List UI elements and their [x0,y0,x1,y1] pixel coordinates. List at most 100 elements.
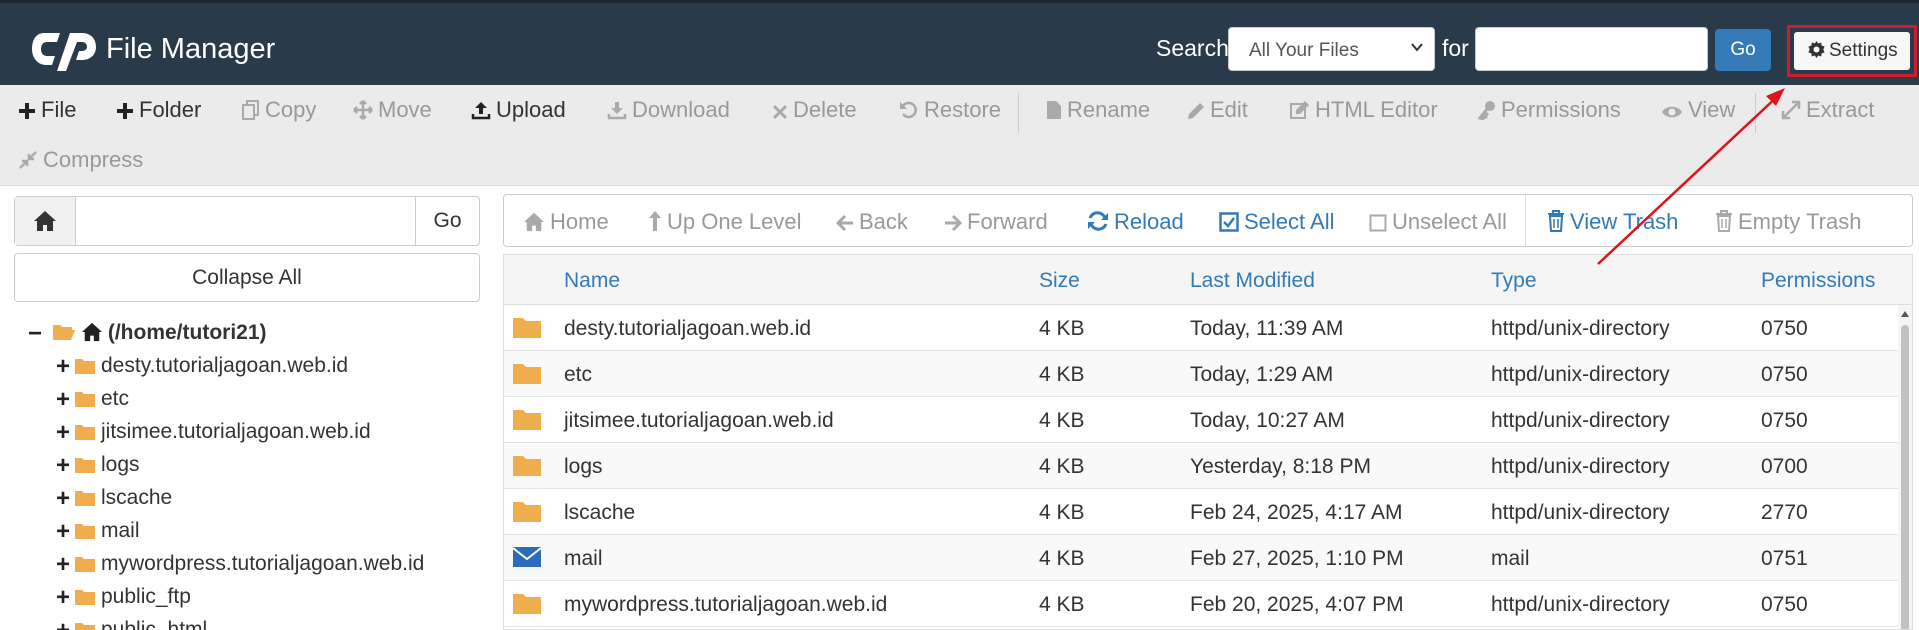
nav-home-button[interactable]: Home [523,209,609,235]
cell-last-modified: Today, 11:39 AM [1190,317,1344,340]
check-square-icon [1219,209,1244,234]
path-home-button[interactable] [15,197,76,245]
key-icon [1477,101,1495,121]
tree-item[interactable]: + mywordpress.tutorialjagoan.web.id [56,551,424,581]
tree-item[interactable]: + public_ftp [56,584,191,614]
cell-name[interactable]: mywordpress.tutorialjagoan.web.id [564,593,887,617]
nav-back-button[interactable]: Back [835,209,908,235]
extract-button[interactable]: Extract [1781,97,1874,123]
folder-icon [75,491,95,506]
scrollbar-thumb[interactable] [1901,325,1909,629]
pencil-square-icon [1290,101,1309,119]
download-button[interactable]: Download [607,97,730,123]
nav-forward-button[interactable]: Forward [944,209,1048,235]
tree-root[interactable]: − (/home/tutori21) [28,320,267,350]
scroll-up-arrow-icon[interactable] [1901,311,1909,317]
expand-toggle-icon[interactable]: + [56,584,74,612]
rename-button[interactable]: Rename [1046,97,1150,123]
table-row[interactable]: jitsimee.tutorialjagoan.web.id 4 KB Today,… [504,397,1900,443]
tree-item[interactable]: + etc [56,386,129,416]
refresh-icon [1087,209,1114,234]
expand-toggle-icon[interactable]: + [56,353,74,381]
new-folder-label: Folder [139,97,202,122]
home-icon [523,209,550,234]
column-header-size[interactable]: Size [1039,269,1080,293]
table-row[interactable]: mail 4 KB Feb 27, 2025, 1:10 PM mail 0751 [504,535,1900,581]
expand-toggle-icon[interactable]: + [56,452,74,480]
folder-icon [75,524,95,539]
table-row[interactable]: lscache 4 KB Feb 24, 2025, 4:17 AM httpd/un… [504,489,1900,535]
envelope-icon [512,545,542,574]
edit-button[interactable]: Edit [1187,97,1248,123]
expand-toggle-icon[interactable]: + [56,518,74,546]
column-header-type[interactable]: Type [1491,269,1537,293]
upload-icon [471,102,491,120]
cell-name[interactable]: lscache [564,501,635,525]
arrow-left-icon [835,209,859,234]
settings-button[interactable]: Settings [1794,32,1910,70]
move-icon [353,100,373,120]
cell-name[interactable]: etc [564,363,592,387]
upload-button[interactable]: Upload [471,97,566,123]
expand-toggle-icon[interactable]: + [56,419,74,447]
tree-item[interactable]: + public_html [56,617,207,630]
collapse-toggle-icon[interactable]: − [28,320,46,348]
cell-type: httpd/unix-directory [1491,593,1670,616]
cell-name[interactable]: jitsimee.tutorialjagoan.web.id [564,409,834,433]
search-go-button[interactable]: Go [1715,29,1771,71]
nav-reload-button[interactable]: Reload [1087,209,1184,235]
cell-type: httpd/unix-directory [1491,317,1670,340]
directory-tree: − (/home/tutori21) + desty.tutorialjagoan… [0,315,495,630]
column-header-last-modified[interactable]: Last Modified [1190,269,1315,293]
cell-last-modified: Today, 1:29 AM [1190,363,1334,386]
copy-button[interactable]: Copy [242,97,316,123]
column-header-name[interactable]: Name [564,269,620,293]
close-icon [772,104,788,120]
new-file-button[interactable]: File [18,97,76,123]
html-editor-button[interactable]: HTML Editor [1290,97,1438,123]
nav-up-one-level-button[interactable]: Up One Level [648,209,802,235]
move-button[interactable]: Move [353,97,432,123]
edit-label: Edit [1210,97,1248,122]
nav-item-label: Select All [1244,209,1335,234]
delete-button[interactable]: Delete [772,97,857,123]
compress-button[interactable]: Compress [18,147,143,173]
search-input[interactable] [1475,27,1708,71]
table-row[interactable]: logs 4 KB Yesterday, 8:18 PM httpd/unix-dir… [504,443,1900,489]
expand-toggle-icon[interactable]: + [56,485,74,513]
expand-toggle-icon[interactable]: + [56,386,74,414]
tree-item[interactable]: + lscache [56,485,172,515]
for-label: for [1442,35,1469,61]
path-go-button[interactable]: Go [415,197,479,245]
tree-item[interactable]: + desty.tutorialjagoan.web.id [56,353,348,383]
expand-toggle-icon[interactable]: + [56,617,74,630]
search-scope-value: All Your Files [1249,40,1359,61]
nav-select-all-button[interactable]: Select All [1219,209,1335,235]
cell-name[interactable]: logs [564,455,603,479]
compress-label: Compress [43,147,144,172]
restore-button[interactable]: Restore [899,97,1001,123]
tree-item-label: mywordpress.tutorialjagoan.web.id [101,552,425,575]
nav-item-label: Reload [1114,209,1184,234]
tree-item[interactable]: + jitsimee.tutorialjagoan.web.id [56,419,371,449]
path-input[interactable] [77,197,415,245]
nav-unselect-all-button[interactable]: Unselect All [1369,209,1507,235]
table-row[interactable]: mywordpress.tutorialjagoan.web.id 4 KB Feb… [504,581,1900,627]
cell-last-modified: Today, 10:27 AM [1190,409,1345,432]
cell-size: 4 KB [1039,317,1085,340]
expand-toggle-icon[interactable]: + [56,551,74,579]
tree-item-label: etc [101,387,130,410]
cell-type: httpd/unix-directory [1491,501,1670,524]
folder-icon [75,590,95,605]
table-row[interactable]: desty.tutorialjagoan.web.id 4 KB Today, 11… [504,305,1900,351]
new-folder-button[interactable]: Folder [116,97,201,123]
search-scope-select[interactable]: All Your Files [1228,27,1435,71]
cell-name[interactable]: desty.tutorialjagoan.web.id [564,317,811,341]
tree-item[interactable]: + logs [56,452,140,482]
collapse-all-button[interactable]: Collapse All [14,253,480,302]
tree-item[interactable]: + mail [56,518,140,548]
table-row[interactable]: etc 4 KB Today, 1:29 AM httpd/unix-director… [504,351,1900,397]
undo-icon [900,101,917,119]
tree-item-label: logs [101,453,140,476]
cell-name[interactable]: mail [564,547,603,571]
